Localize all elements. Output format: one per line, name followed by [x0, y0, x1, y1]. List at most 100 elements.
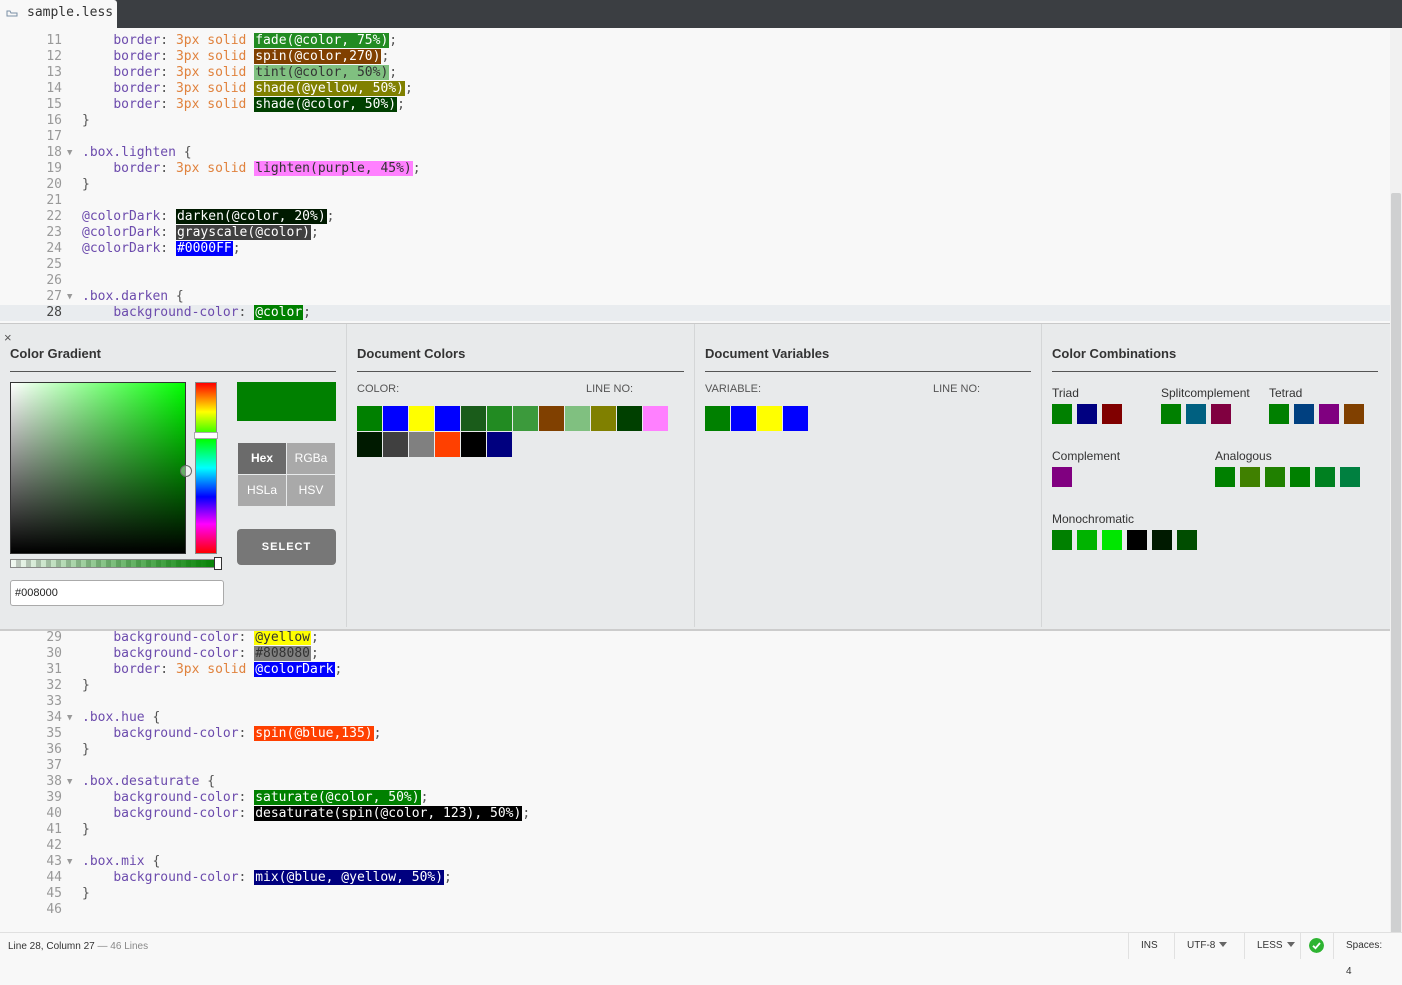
analogous-swatch[interactable] [1215, 467, 1235, 487]
format-hex-button[interactable]: Hex [238, 443, 286, 474]
color-value-highlight[interactable]: #0000FF [175, 241, 233, 256]
fold-toggle-icon[interactable]: ▼ [67, 774, 72, 790]
code-line[interactable]: 40 background-color: desaturate(spin(@co… [0, 806, 1390, 822]
document-color-swatch[interactable] [461, 432, 486, 457]
code-line[interactable]: 32} [0, 678, 1390, 694]
analogous-swatch[interactable] [1240, 467, 1260, 487]
code-line[interactable]: 21 [0, 193, 1390, 209]
line-number[interactable]: 35 [0, 726, 62, 742]
hue-slider[interactable] [194, 382, 218, 554]
analogous-swatch[interactable] [1290, 467, 1310, 487]
document-variable-swatch[interactable] [731, 406, 756, 431]
line-number[interactable]: 39 [0, 790, 62, 806]
line-number[interactable]: 24 [0, 241, 62, 257]
code-line[interactable]: 46 [0, 902, 1390, 918]
code-line[interactable]: 27 ▼ .box.darken { [0, 289, 1390, 305]
file-tab[interactable]: sample.less [0, 0, 117, 28]
code-line[interactable]: 35 background-color: spin(@blue,135); [0, 726, 1390, 742]
document-color-swatch[interactable] [643, 406, 668, 431]
saturation-value-picker[interactable] [10, 382, 192, 554]
insert-mode-toggle[interactable]: INS [1128, 933, 1170, 959]
tetrad-swatch[interactable] [1294, 404, 1314, 424]
line-number[interactable]: 32 [0, 678, 62, 694]
document-variable-swatch[interactable] [705, 406, 730, 431]
editor-scrollbar[interactable] [1390, 28, 1402, 958]
document-color-swatch[interactable] [487, 406, 512, 431]
gradient-handle[interactable] [180, 465, 192, 477]
color-value-highlight[interactable]: spin(@blue,135) [254, 726, 374, 741]
color-value-highlight[interactable]: @colorDark [254, 662, 335, 677]
tetrad-swatch[interactable] [1269, 404, 1289, 424]
line-number[interactable]: 12 [0, 49, 62, 65]
document-color-swatch[interactable] [617, 406, 642, 431]
close-icon[interactable]: × [4, 330, 12, 345]
code-line[interactable]: 45} [0, 886, 1390, 902]
opacity-slider[interactable] [10, 559, 222, 568]
line-number[interactable]: 31 [0, 662, 62, 678]
code-line[interactable]: 31 border: 3px solid @colorDark; [0, 662, 1390, 678]
line-number[interactable]: 22 [0, 209, 62, 225]
line-number[interactable]: 18 [0, 145, 62, 161]
monochromatic-swatch[interactable] [1052, 530, 1072, 550]
splitcomplement-swatch[interactable] [1211, 404, 1231, 424]
hex-input[interactable] [10, 580, 224, 606]
color-value-highlight[interactable]: @color [254, 305, 304, 320]
line-number[interactable]: 20 [0, 177, 62, 193]
code-line[interactable]: 20} [0, 177, 1390, 193]
code-line[interactable]: 43 ▼ .box.mix { [0, 854, 1390, 870]
color-value-highlight[interactable]: tint(@color, 50%) [254, 65, 390, 80]
document-color-swatch[interactable] [461, 406, 486, 431]
opacity-handle[interactable] [214, 557, 222, 570]
scrollbar-thumb[interactable] [1391, 193, 1401, 958]
code-line[interactable]: 37 [0, 758, 1390, 774]
line-number[interactable]: 44 [0, 870, 62, 886]
code-line[interactable]: 29 background-color: @yellow; [0, 630, 1390, 646]
code-line[interactable]: 39 background-color: saturate(@color, 50… [0, 790, 1390, 806]
splitcomplement-swatch[interactable] [1186, 404, 1206, 424]
line-number[interactable]: 28 [0, 305, 62, 321]
color-value-highlight[interactable]: darken(@color, 20%) [175, 209, 327, 224]
line-number[interactable]: 30 [0, 646, 62, 662]
line-number[interactable]: 46 [0, 902, 62, 918]
line-number[interactable]: 25 [0, 257, 62, 273]
triad-swatch[interactable] [1102, 404, 1122, 424]
color-value-highlight[interactable]: grayscale(@color) [175, 225, 311, 240]
document-color-swatch[interactable] [357, 406, 382, 431]
monochromatic-swatch[interactable] [1077, 530, 1097, 550]
line-number[interactable]: 14 [0, 81, 62, 97]
indent-settings[interactable]: Spaces: 4 [1333, 933, 1402, 977]
document-color-swatch[interactable] [565, 406, 590, 431]
fold-toggle-icon[interactable]: ▼ [67, 145, 72, 161]
monochromatic-swatch[interactable] [1127, 530, 1147, 550]
document-variable-swatch[interactable] [783, 406, 808, 431]
code-line[interactable]: 36} [0, 742, 1390, 758]
line-number[interactable]: 42 [0, 838, 62, 854]
code-line[interactable]: 12 border: 3px solid spin(@color,270); [0, 49, 1390, 65]
document-color-swatch[interactable] [383, 406, 408, 431]
complement-swatch[interactable] [1052, 467, 1072, 487]
monochromatic-swatch[interactable] [1152, 530, 1172, 550]
line-number[interactable]: 34 [0, 710, 62, 726]
document-color-swatch[interactable] [409, 406, 434, 431]
line-number[interactable]: 11 [0, 33, 62, 49]
document-color-swatch[interactable] [539, 406, 564, 431]
monochromatic-swatch[interactable] [1177, 530, 1197, 550]
line-number[interactable]: 17 [0, 129, 62, 145]
code-line[interactable]: 25 [0, 257, 1390, 273]
hue-handle[interactable] [194, 432, 218, 439]
code-line[interactable]: 26 [0, 273, 1390, 289]
code-line[interactable]: 41} [0, 822, 1390, 838]
analogous-swatch[interactable] [1315, 467, 1335, 487]
color-value-highlight[interactable]: @yellow [254, 630, 311, 645]
code-line[interactable]: 44 background-color: mix(@blue, @yellow,… [0, 870, 1390, 886]
triad-swatch[interactable] [1077, 404, 1097, 424]
fold-toggle-icon[interactable]: ▼ [67, 710, 72, 726]
encoding-dropdown[interactable]: UTF-8 [1174, 933, 1239, 959]
line-number[interactable]: 15 [0, 97, 62, 113]
monochromatic-swatch[interactable] [1102, 530, 1122, 550]
document-color-swatch[interactable] [591, 406, 616, 431]
color-value-highlight[interactable]: desaturate(spin(@color, 123), 50%) [254, 806, 523, 821]
format-rgba-button[interactable]: RGBa [287, 443, 335, 474]
line-number[interactable]: 36 [0, 742, 62, 758]
line-number[interactable]: 37 [0, 758, 62, 774]
